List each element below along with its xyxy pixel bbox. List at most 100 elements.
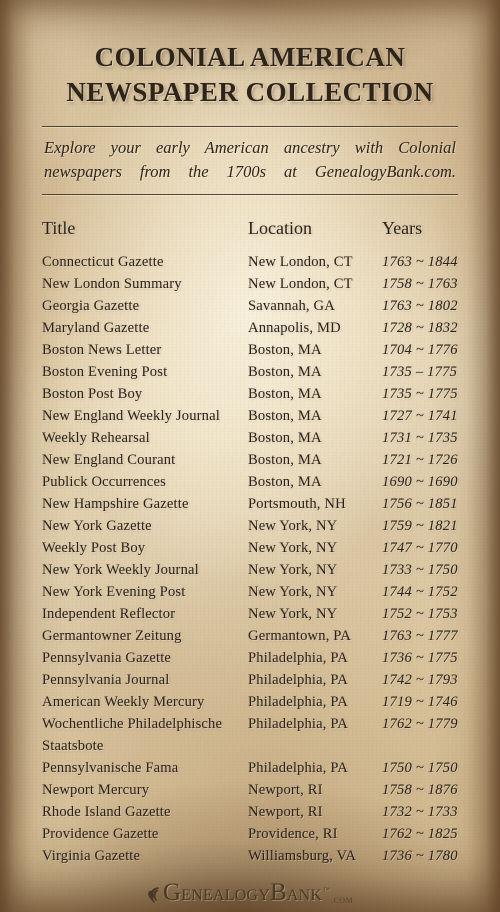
cell-years: 1736 ~ 1775: [382, 649, 458, 666]
genealogybank-wordmark: GENEALOGYBANK™: [163, 880, 330, 906]
logo-dotcom: .COM: [331, 895, 353, 905]
cell-years: 1735 – 1775: [382, 363, 458, 380]
cell-title: Rhode Island Gazette: [42, 803, 171, 820]
cell-location: Boston, MA: [248, 451, 322, 468]
table-header-row: Title Location Years: [42, 217, 458, 239]
cell-location: New York, NY: [248, 561, 338, 578]
genealogybank-logo[interactable]: GENEALOGYBANK™ .COM: [147, 880, 353, 906]
table-row: New York Evening Post New York, NY 1744 ~ …: [42, 581, 458, 603]
column-header-title: Title: [42, 217, 76, 238]
table-row: New York Gazette New York, NY 1759 ~ 1821: [42, 515, 458, 537]
table-row: Weekly Rehearsal Boston, MA 1731 ~ 1735: [42, 427, 458, 449]
leaf-flourish-icon: [148, 887, 159, 903]
cell-title: Publick Occurrences: [42, 473, 167, 490]
cell-years: 1747 ~ 1770: [382, 539, 458, 556]
cell-years: 1728 ~ 1832: [382, 319, 458, 336]
cell-title: Boston Evening Post: [42, 363, 168, 380]
cell-years: 1763 ~ 1802: [382, 297, 458, 314]
cell-years: 1736 ~ 1780: [382, 847, 458, 864]
cell-title: Georgia Gazette: [42, 297, 140, 314]
title-line-2: NEWSPAPER COLLECTION: [66, 76, 434, 107]
cell-title: Independent Reflector: [42, 605, 176, 622]
cell-years: 1752 ~ 1753: [382, 605, 458, 622]
table-row: Germantowner Zeitung Germantown, PA 1763 ~…: [42, 625, 458, 647]
table-row: Wochentliche Philadelphische Philadelphia…: [42, 713, 458, 735]
masthead: COLONIAL AMERICAN NEWSPAPER COLLECTION: [42, 0, 458, 109]
cell-location: Boston, MA: [248, 385, 322, 402]
cell-location: Boston, MA: [248, 429, 322, 446]
table-row: Boston News Letter Boston, MA 1704 ~ 1776: [42, 339, 458, 361]
footer: GENEALOGYBANK™ .COM: [42, 880, 458, 906]
column-header-location: Location: [248, 217, 312, 238]
cell-title: Germantowner Zeitung: [42, 627, 182, 644]
cell-title: Weekly Post Boy: [42, 539, 146, 556]
cell-location: Philadelphia, PA: [248, 693, 348, 710]
table-row: Weekly Post Boy New York, NY 1747 ~ 1770: [42, 537, 458, 559]
cell-location: New York, NY: [248, 539, 338, 556]
cell-location: New London, CT: [248, 253, 353, 270]
cell-years: 1727 ~ 1741: [382, 407, 458, 424]
cell-title: New England Weekly Journal: [42, 407, 220, 424]
logo-letter-b: B: [269, 878, 287, 906]
logo-text-ank: ANK: [286, 886, 323, 904]
table-row: New York Weekly Journal New York, NY 1733 …: [42, 559, 458, 581]
cell-title: Connecticut Gazette: [42, 253, 164, 270]
poster-content: COLONIAL AMERICAN NEWSPAPER COLLECTION E…: [0, 0, 500, 906]
cell-location: Boston, MA: [248, 341, 322, 358]
table-row: Boston Evening Post Boston, MA 1735 – 1775: [42, 361, 458, 383]
cell-title: Wochentliche Philadelphische: [42, 715, 223, 732]
cell-title: Providence Gazette: [42, 825, 159, 842]
newspaper-table: Title Location Years Connecticut Gazette…: [42, 217, 458, 867]
cell-years: 1742 ~ 1793: [382, 671, 458, 688]
cell-title: Boston News Letter: [42, 341, 162, 358]
cell-title: Weekly Rehearsal: [42, 429, 150, 446]
cell-years: 1704 ~ 1776: [382, 341, 458, 358]
cell-title: New York Weekly Journal: [42, 561, 199, 578]
table-row: New London Summary New London, CT 1758 ~ 1…: [42, 273, 458, 295]
cell-location: Germantown, PA: [248, 627, 351, 644]
cell-years: 1762 ~ 1779: [382, 715, 458, 732]
table-row: American Weekly Mercury Philadelphia, PA 1…: [42, 691, 458, 713]
cell-location: Providence, RI: [248, 825, 338, 842]
cell-title: New York Evening Post: [42, 583, 186, 600]
cell-location: Savannah, GA: [248, 297, 335, 314]
cell-location: Newport, RI: [248, 781, 323, 798]
table-row: Pennsylvania Journal Philadelphia, PA 1742…: [42, 669, 458, 691]
cell-title: American Weekly Mercury: [42, 693, 205, 710]
table-row: Georgia Gazette Savannah, GA 1763 ~ 1802: [42, 295, 458, 317]
table-row: Virginia Gazette Williamsburg, VA 1736 ~ 1…: [42, 845, 458, 867]
cell-years: 1756 ~ 1851: [382, 495, 458, 512]
cell-years: 1758 ~ 1763: [382, 275, 458, 292]
table-row: Maryland Gazette Annapolis, MD 1728 ~ 1832: [42, 317, 458, 339]
table-row: Providence Gazette Providence, RI 1762 ~ 1…: [42, 823, 458, 845]
cell-location: New York, NY: [248, 583, 338, 600]
cell-title: Pennsylvanische Fama: [42, 759, 179, 776]
cell-years: 1763 ~ 1844: [382, 253, 458, 270]
logo-letter-g: G: [163, 878, 182, 906]
cell-years: 1721 ~ 1726: [382, 451, 458, 468]
cell-location: New York, NY: [248, 605, 338, 622]
cell-years: 1719 ~ 1746: [382, 693, 458, 710]
cell-years: 1732 ~ 1733: [382, 803, 458, 820]
cell-location: Annapolis, MD: [248, 319, 341, 336]
cell-title: Virginia Gazette: [42, 847, 141, 864]
cell-title: Pennsylvania Gazette: [42, 649, 172, 666]
cell-years: 1733 ~ 1750: [382, 561, 458, 578]
cell-years: 1690 ~ 1690: [382, 473, 458, 490]
cell-title: New York Gazette: [42, 517, 152, 534]
cell-location: Newport, RI: [248, 803, 323, 820]
cell-location: Philadelphia, PA: [248, 649, 348, 666]
table-row: Newport Mercury Newport, RI 1758 ~ 1876: [42, 779, 458, 801]
logo-text-enealogy: ENEALOGY: [181, 886, 270, 904]
table-row: New Hampshire Gazette Portsmouth, NH 1756 …: [42, 493, 458, 515]
cell-location: Philadelphia, PA: [248, 715, 348, 732]
table-row: Rhode Island Gazette Newport, RI 1732 ~ 17…: [42, 801, 458, 823]
cell-years: 1759 ~ 1821: [382, 517, 458, 534]
poster-page: COLONIAL AMERICAN NEWSPAPER COLLECTION E…: [0, 0, 500, 912]
cell-location: Boston, MA: [248, 473, 322, 490]
cell-years: 1735 ~ 1775: [382, 385, 458, 402]
cell-years: 1763 ~ 1777: [382, 627, 458, 644]
cell-location: Philadelphia, PA: [248, 671, 348, 688]
cell-title: Pennsylvania Journal: [42, 671, 170, 688]
tagline: Explore your early American ancestry wit…: [42, 127, 458, 186]
